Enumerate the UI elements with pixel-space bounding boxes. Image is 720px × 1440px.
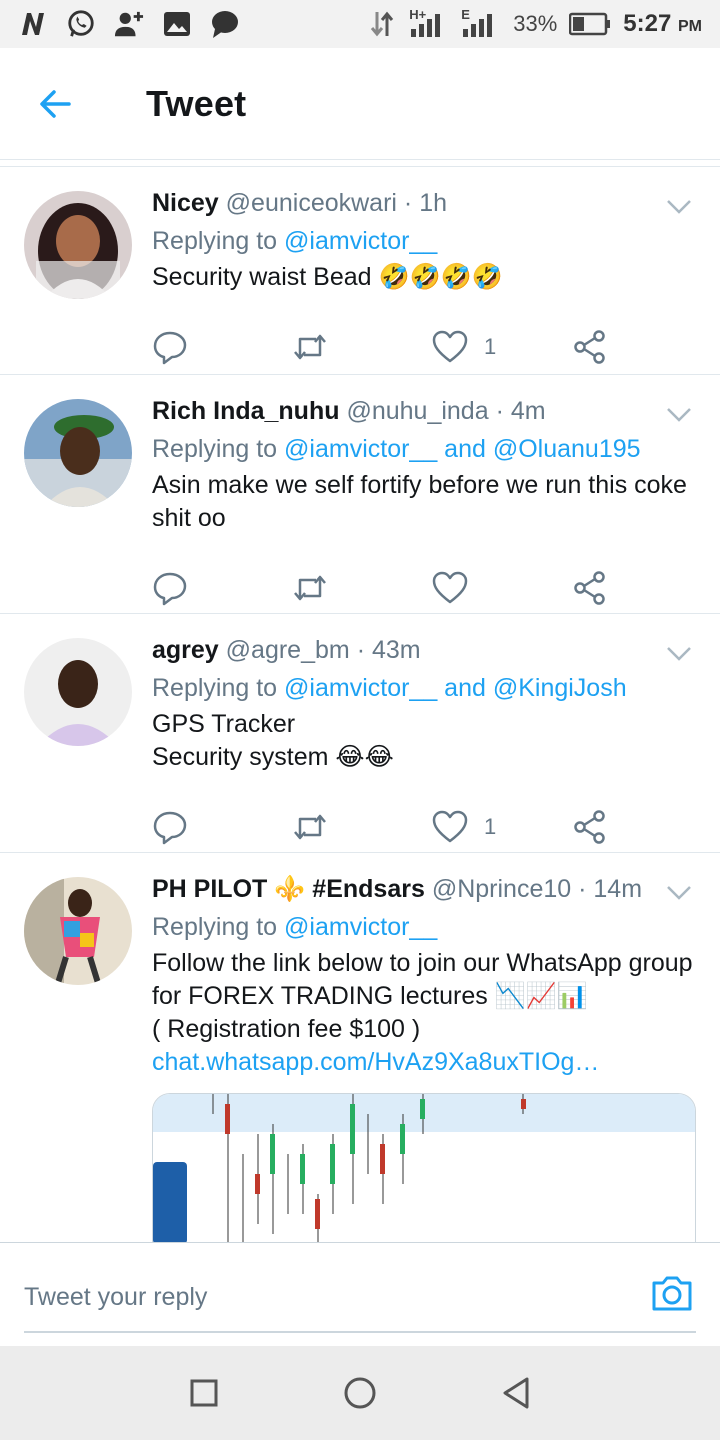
heart-icon <box>432 810 468 843</box>
battery-percent: 33% <box>513 11 558 36</box>
tweet-text: GPS Tracker Security system 😂😂 <box>152 710 394 771</box>
system-nav-bar <box>0 1346 720 1440</box>
share-button[interactable] <box>572 329 624 365</box>
reply-button[interactable] <box>152 570 292 606</box>
reply-icon <box>153 331 187 365</box>
external-link[interactable]: chat.whatsapp.com/HvAz9Xa8uxTIOg… <box>152 1046 696 1079</box>
tweet-text: Follow the link below to join our WhatsA… <box>152 949 693 1043</box>
retweet-icon <box>294 814 326 840</box>
reply-button[interactable] <box>152 329 292 365</box>
user-handle[interactable]: @nuhu_inda <box>346 397 488 425</box>
back-arrow-icon <box>40 89 71 118</box>
tweet-header: Nicey @euniceokwari · 1h <box>152 183 696 223</box>
share-icon <box>574 810 605 844</box>
tweet[interactable]: Nicey @euniceokwari · 1h Replying to @ia… <box>0 167 720 375</box>
camera-icon[interactable] <box>650 1271 694 1315</box>
retweet-button[interactable] <box>292 570 432 606</box>
replies-feed[interactable]: Nicey @euniceokwari · 1h Replying to @ia… <box>0 166 720 1242</box>
avatar[interactable] <box>24 191 132 299</box>
display-name[interactable]: Rich Inda_nuhu <box>152 397 340 425</box>
clock: 5:27 PM <box>623 10 702 37</box>
reply-icon <box>153 572 187 606</box>
whatsapp-icon <box>66 9 96 39</box>
reply-button[interactable] <box>152 809 292 845</box>
heart-icon <box>432 571 468 604</box>
share-button[interactable] <box>572 570 624 606</box>
share-icon <box>574 330 605 364</box>
separator: · <box>403 189 413 217</box>
tweet[interactable]: PH PILOT ⚜️ #Endsars @Nprince10 · 14m Re… <box>0 853 720 1242</box>
separator: · <box>578 875 587 903</box>
timestamp: 14m <box>593 875 643 903</box>
like-button[interactable]: 1 <box>432 809 572 845</box>
tweet-text: Asin make we self fortify before we run … <box>152 471 687 532</box>
replying-to: Replying to @iamvictor__ <box>152 913 438 941</box>
like-button[interactable]: 1 <box>432 329 572 365</box>
like-button[interactable] <box>432 570 572 606</box>
timestamp: 1h <box>419 189 448 217</box>
reply-input[interactable]: Tweet your reply <box>24 1263 696 1333</box>
user-handle[interactable]: @Nprince10 <box>432 875 571 903</box>
mention-link[interactable]: @iamvictor__ <box>284 227 437 255</box>
timestamp: 4m <box>510 397 546 425</box>
media-image[interactable] <box>152 1093 696 1242</box>
mention-link[interactable]: @iamvictor__ and @KingiJosh <box>284 674 627 702</box>
retweet-icon <box>294 334 326 360</box>
replying-to: Replying to @iamvictor__ <box>152 227 438 255</box>
timestamp: 43m <box>371 636 421 664</box>
user-handle[interactable]: @euniceokwari <box>226 189 397 217</box>
retweet-button[interactable] <box>292 329 432 365</box>
page-title: Tweet <box>146 82 247 124</box>
tweet[interactable]: Rich Inda_nuhu @nuhu_inda · 4m Replying … <box>0 375 720 614</box>
recents-square-icon[interactable] <box>186 1375 222 1411</box>
display-name[interactable]: PH PILOT ⚜️ #Endsars <box>152 875 425 903</box>
tweet-header: PH PILOT ⚜️ #Endsars @Nprince10 · 14m <box>152 869 696 909</box>
share-icon <box>574 571 605 605</box>
replying-to: Replying to @iamvictor__ and @Oluanu195 <box>152 435 641 463</box>
tweet-header: agrey @agre_bm · 43m <box>152 630 696 670</box>
like-count: 1 <box>484 334 497 359</box>
tweet[interactable]: agrey @agre_bm · 43m Replying to @iamvic… <box>0 614 720 853</box>
display-name[interactable]: agrey <box>152 636 219 664</box>
chevron-down-icon[interactable] <box>666 193 692 219</box>
mention-link[interactable]: @iamvictor__ and @Oluanu195 <box>284 435 641 463</box>
reply-icon <box>153 811 187 845</box>
share-button[interactable] <box>572 809 624 845</box>
reply-composer: Tweet your reply <box>0 1242 720 1346</box>
status-bar: H+ E 33% 5:27 PM <box>0 0 720 48</box>
n-app-icon <box>18 9 48 39</box>
add-contact-icon <box>114 9 144 39</box>
chevron-down-icon[interactable] <box>666 401 692 427</box>
display-name[interactable]: Nicey <box>152 189 219 217</box>
retweet-icon <box>294 575 326 601</box>
tweet-text: Security waist Bead 🤣🤣🤣🤣 <box>152 263 504 291</box>
replying-to: Replying to @iamvictor__ and @KingiJosh <box>152 674 627 702</box>
separator: · <box>356 636 366 664</box>
avatar[interactable] <box>24 399 132 507</box>
app-header: Tweet <box>0 48 720 160</box>
battery-icon <box>569 9 611 39</box>
retweet-button[interactable] <box>292 809 432 845</box>
data-arrows-icon <box>367 9 397 39</box>
back-triangle-icon[interactable] <box>498 1375 534 1411</box>
avatar[interactable] <box>24 638 132 746</box>
signal-icon: E <box>461 7 501 39</box>
back-button[interactable] <box>0 48 110 160</box>
separator: · <box>495 397 504 425</box>
like-count: 1 <box>484 814 497 839</box>
signal-icon: H+ <box>409 7 449 39</box>
avatar[interactable] <box>24 877 132 985</box>
message-icon <box>210 9 240 39</box>
heart-icon <box>432 330 468 363</box>
chevron-down-icon[interactable] <box>666 640 692 666</box>
user-handle[interactable]: @agre_bm <box>226 636 350 664</box>
home-circle-icon[interactable] <box>342 1375 378 1411</box>
mention-link[interactable]: @iamvictor__ <box>284 913 437 941</box>
chevron-down-icon[interactable] <box>666 879 692 905</box>
gallery-icon <box>162 9 192 39</box>
tweet-header: Rich Inda_nuhu @nuhu_inda · 4m <box>152 391 696 431</box>
